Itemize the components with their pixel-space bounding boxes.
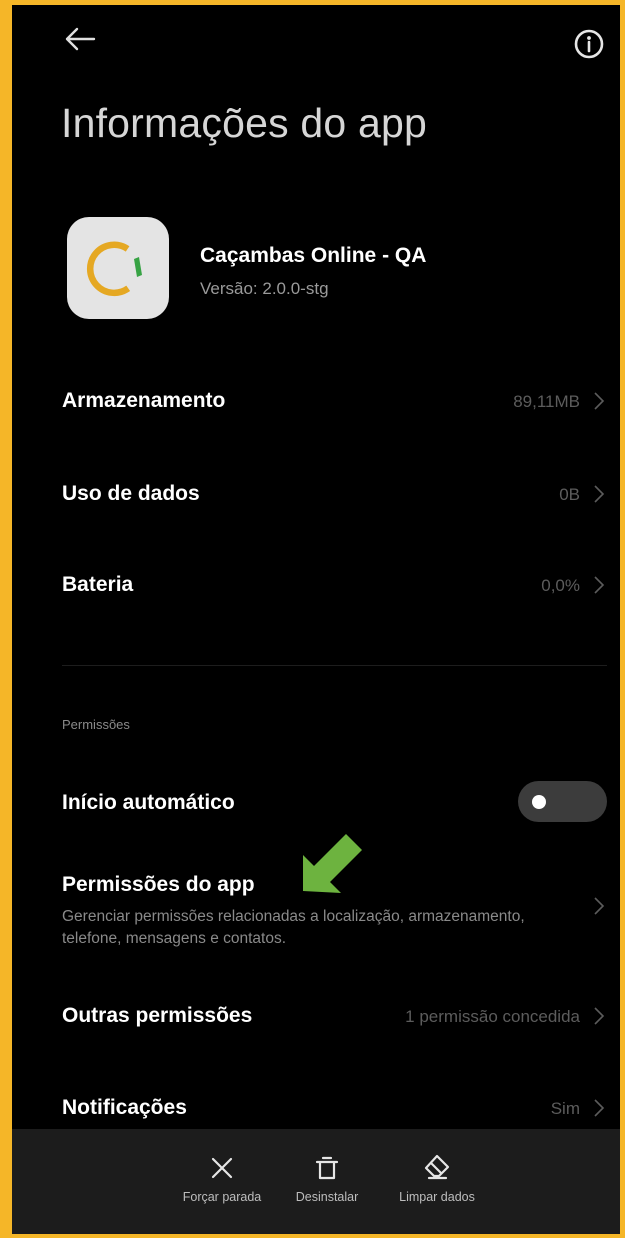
data-usage-label: Uso de dados [62, 482, 200, 505]
other-permissions-label: Outras permissões [62, 1004, 253, 1027]
force-stop-label: Forçar parada [182, 1190, 262, 1204]
toggle-knob [532, 795, 546, 809]
notifications-label: Notificações [62, 1096, 187, 1119]
chevron-right-icon [594, 576, 605, 594]
app-version: Versão: 2.0.0-stg [200, 279, 329, 298]
close-icon [211, 1157, 233, 1179]
arrow-left-icon [65, 27, 96, 51]
app-permissions-label: Permissões do app [62, 873, 255, 896]
other-permissions-row[interactable]: Outras permissões 1 permissão concedida [12, 985, 620, 1045]
clear-data-label: Limpar dados [399, 1190, 475, 1204]
info-circle-icon [574, 29, 604, 59]
annotation-arrow-icon [303, 834, 362, 893]
screen-frame: Informações do app Caçambas Online - QA … [0, 0, 625, 1238]
battery-row[interactable]: Bateria 0,0% [12, 555, 620, 615]
storage-row[interactable]: Armazenamento 89,11MB [12, 371, 620, 431]
section-divider [62, 665, 607, 666]
trash-icon [315, 1156, 339, 1180]
uninstall-label: Desinstalar [295, 1190, 359, 1204]
bottom-action-bar: Forçar parada Desinstalar Limpar dados [12, 1129, 620, 1234]
data-usage-row[interactable]: Uso de dados 0B [12, 463, 620, 523]
page-title: Informações do app [61, 100, 427, 146]
chevron-right-icon [594, 1099, 605, 1117]
uninstall-button[interactable]: Desinstalar [282, 1129, 372, 1234]
battery-label: Bateria [62, 573, 134, 596]
clear-data-button[interactable]: Limpar dados [382, 1129, 492, 1234]
autostart-toggle[interactable] [518, 781, 607, 822]
chevron-right-icon [594, 1007, 605, 1025]
eraser-icon [424, 1154, 450, 1180]
notifications-value: Sim [550, 1099, 580, 1118]
data-usage-value: 0B [559, 485, 580, 504]
back-button[interactable] [60, 19, 100, 59]
app-logo-icon [67, 217, 169, 319]
permissions-section-header: Permissões [62, 717, 130, 732]
app-permissions-description: Gerenciar permissões relacionadas a loca… [62, 908, 525, 947]
info-button[interactable] [572, 27, 606, 61]
storage-label: Armazenamento [62, 389, 226, 412]
storage-value: 89,11MB [513, 392, 580, 411]
autostart-label: Início automático [62, 791, 235, 814]
battery-value: 0,0% [541, 576, 580, 595]
chevron-right-icon [594, 897, 605, 915]
chevron-right-icon [594, 485, 605, 503]
other-permissions-value: 1 permissão concedida [405, 1007, 580, 1026]
force-stop-button[interactable]: Forçar parada [167, 1129, 277, 1234]
chevron-right-icon [594, 392, 605, 410]
app-name: Caçambas Online - QA [200, 244, 427, 267]
